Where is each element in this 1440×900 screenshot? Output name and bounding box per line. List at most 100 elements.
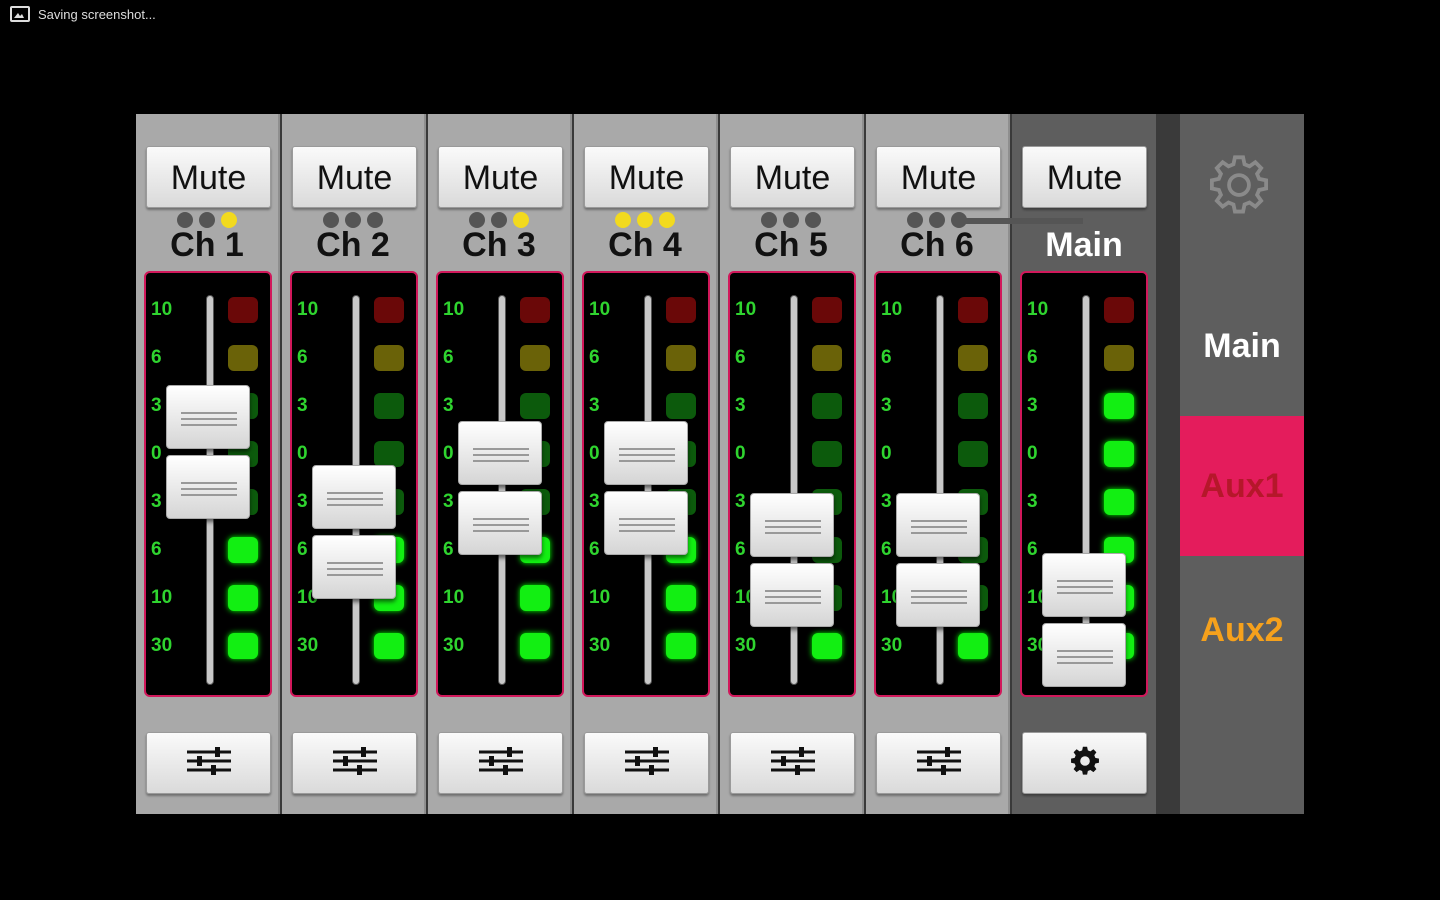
meter-scale-label: 30: [735, 635, 757, 656]
eq-button[interactable]: [292, 732, 417, 794]
meter-led: [666, 393, 696, 419]
grip-line: [473, 524, 529, 526]
grip-line: [327, 498, 383, 500]
meter-scale-label: 0: [881, 443, 892, 464]
fader-cap: [1042, 553, 1126, 617]
mute-button[interactable]: Mute: [438, 146, 563, 208]
grip-line: [619, 448, 675, 450]
meter-scale-label: 0: [297, 443, 308, 464]
fader-cap: [750, 563, 834, 627]
meter-scale-label: 3: [443, 491, 454, 512]
grip-line: [619, 524, 675, 526]
channel-strip: Mute Ch 1 10 6 3 0 3 6 10 30: [136, 114, 280, 814]
meter-led: [958, 441, 988, 467]
eq-button[interactable]: [438, 732, 563, 794]
meter-led: [228, 633, 258, 659]
grip-line: [619, 460, 675, 462]
meter-scale-label: 0: [151, 443, 162, 464]
meter-scale-label: 3: [1027, 491, 1038, 512]
fader-cap: [604, 491, 688, 555]
meter-scale-label: 10: [589, 299, 611, 320]
mute-button[interactable]: Mute: [1022, 146, 1147, 208]
fader-panel: 10 6 3 0 3 6 10 30: [290, 271, 418, 697]
grip-line: [765, 590, 821, 592]
fader-panel: 10 6 3 0 3 6 10 30: [1020, 271, 1148, 697]
meter-scale-label: 30: [297, 635, 319, 656]
mute-button[interactable]: Mute: [292, 146, 417, 208]
meter-scale-label: 30: [151, 635, 173, 656]
meter-scale-label: 10: [881, 299, 903, 320]
grip-line: [181, 418, 237, 420]
meter-scale-label: 3: [151, 395, 162, 416]
grip-line: [765, 596, 821, 598]
settings-button[interactable]: [1022, 732, 1147, 794]
fader-knob[interactable]: [896, 493, 980, 627]
grip-line: [765, 602, 821, 604]
fader-knob[interactable]: [166, 385, 250, 519]
mute-button[interactable]: Mute: [730, 146, 855, 208]
eq-button[interactable]: [876, 732, 1001, 794]
fader-knob[interactable]: [458, 421, 542, 555]
grip-line: [1057, 592, 1113, 594]
fader-knob[interactable]: [1042, 553, 1126, 687]
meter-scale-label: 6: [881, 347, 892, 368]
side-item-aux1[interactable]: Aux1: [1180, 416, 1304, 556]
meter-led: [374, 345, 404, 371]
screenshot-icon: [10, 6, 30, 22]
meter-scale-label: 30: [589, 635, 611, 656]
meter-led: [374, 441, 404, 467]
meter-led: [1104, 393, 1134, 419]
eq-button[interactable]: [730, 732, 855, 794]
meter-led: [1104, 441, 1134, 467]
grip-line: [765, 532, 821, 534]
meter-scale-label: 6: [735, 347, 746, 368]
meter-scale-label: 3: [589, 395, 600, 416]
grip-line: [911, 520, 967, 522]
sliders-icon: [915, 746, 963, 781]
grip-line: [765, 526, 821, 528]
sliders-icon: [477, 746, 525, 781]
fader-cap: [166, 455, 250, 519]
gear-icon[interactable]: [1204, 150, 1274, 220]
side-item-main[interactable]: Main: [1180, 276, 1304, 416]
mute-button[interactable]: Mute: [876, 146, 1001, 208]
meter-led: [228, 345, 258, 371]
eq-button[interactable]: [146, 732, 271, 794]
fader-knob[interactable]: [604, 421, 688, 555]
fader-cap: [166, 385, 250, 449]
fader-cap: [604, 421, 688, 485]
sliders-icon: [331, 746, 379, 781]
meter-scale-label: 6: [151, 347, 162, 368]
sliders-icon: [769, 746, 817, 781]
channel-name: Ch 5: [754, 226, 828, 264]
grip-line: [181, 412, 237, 414]
meter-scale-label: 6: [1027, 539, 1038, 560]
meter-scale-label: 6: [443, 539, 454, 560]
fader-cap: [1042, 623, 1126, 687]
channel-name: Ch 3: [462, 226, 536, 264]
meter-scale-label: 6: [297, 347, 308, 368]
meter-scale-label: 6: [151, 539, 162, 560]
channel-strip: Mute Ch 3 10 6 3 0 3 6 10 30: [428, 114, 572, 814]
fader-cap: [750, 493, 834, 557]
meter-led: [228, 537, 258, 563]
meter-scale-label: 3: [1027, 395, 1038, 416]
grip-line: [1057, 586, 1113, 588]
stereo-link-bar: [963, 218, 1083, 224]
eq-button[interactable]: [584, 732, 709, 794]
mute-button[interactable]: Mute: [584, 146, 709, 208]
channel-strip: Mute Ch 4 10 6 3 0 3 6 10 30: [574, 114, 718, 814]
meter-scale-label: 10: [1027, 299, 1049, 320]
grip-line: [473, 518, 529, 520]
side-item-aux2[interactable]: Aux2: [1180, 560, 1304, 700]
fader-knob[interactable]: [750, 493, 834, 627]
fader-cap: [312, 465, 396, 529]
meter-led: [666, 585, 696, 611]
meter-scale-label: 3: [735, 395, 746, 416]
grip-line: [473, 460, 529, 462]
fader-knob[interactable]: [312, 465, 396, 599]
meter-scale-label: 3: [151, 491, 162, 512]
mute-button[interactable]: Mute: [146, 146, 271, 208]
fader-panel: 10 6 3 0 3 6 10 30: [874, 271, 1002, 697]
meter-scale-label: 6: [297, 539, 308, 560]
